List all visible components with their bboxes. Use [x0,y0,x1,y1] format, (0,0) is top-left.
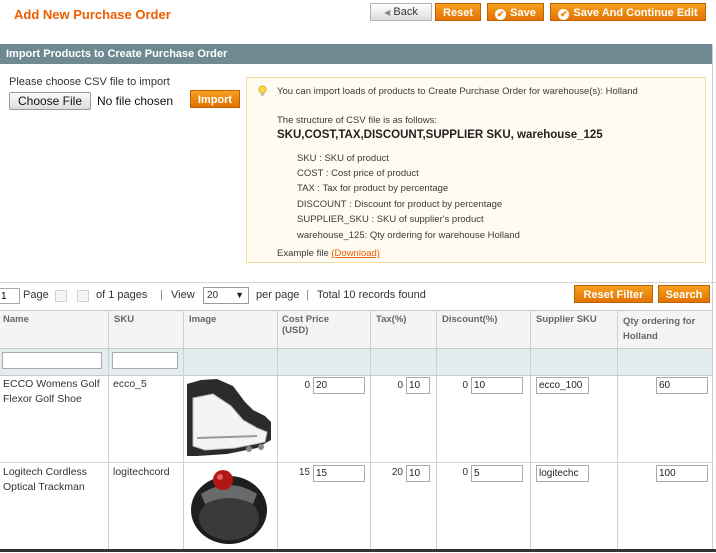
import-notice: You can import loads of products to Crea… [246,77,706,263]
back-label: Back [393,6,418,18]
lightbulb-icon [257,85,268,100]
row2-discount-input[interactable] [471,465,523,482]
chevron-down-icon: ▼ [235,290,244,300]
back-button[interactable]: ◀ Back [370,3,432,21]
check-icon: ✔ [558,9,570,20]
row1-discount-input[interactable] [471,377,523,394]
column-header-cost[interactable]: Cost Price (USD) [282,314,342,336]
col-separator [370,310,371,552]
row2-cost-input[interactable] [313,465,365,482]
sku-filter-input[interactable] [112,352,178,369]
per-page-select[interactable]: 20 ▼ [203,287,249,304]
field-desc-cost: COST : Cost price of product [297,168,419,179]
row2-product-image [187,464,271,550]
save-continue-button[interactable]: ✔ Save And Continue Edit [550,3,706,21]
check-icon: ✔ [495,9,507,20]
page-input[interactable] [0,288,20,304]
column-header-qty[interactable]: Qty ordering for Holland [623,314,709,344]
row1-supplier-sku-input[interactable] [536,377,589,394]
field-desc-sku: SKU : SKU of product [297,153,389,164]
right-border [712,44,713,552]
col-separator [183,310,184,552]
reset-button[interactable]: Reset [435,3,481,21]
row2-name: Logitech Cordless Optical Trackman [3,466,88,493]
field-desc-warehouse: warehouse_125: Qty ordering for warehous… [297,230,520,241]
row2-tax-input[interactable] [406,465,430,482]
field-desc-supplier-sku: SUPPLIER_SKU : SKU of supplier's product [297,214,484,225]
of-pages: of 1 pages [96,289,148,301]
row1-name: ECCO Womens Golf Flexor Golf Shoe [3,378,100,405]
row1-product-image [187,376,271,458]
column-header-image: Image [189,314,217,325]
column-header-discount[interactable]: Discount(%) [442,314,497,325]
row1-cost-current: 0 [304,380,310,391]
choose-file-button[interactable]: Choose File [9,92,91,110]
row1-sku: ecco_5 [113,378,147,390]
save-button[interactable]: ✔ Save [487,3,544,21]
filter-row [0,348,713,376]
col-separator [617,310,618,552]
structure-label: The structure of CSV file is as follows: [277,115,437,126]
row2-sku: logitechcord [113,466,170,478]
column-header-tax[interactable]: Tax(%) [376,314,406,325]
column-header-name[interactable]: Name [3,314,29,325]
total-records: Total 10 records found [317,289,426,301]
no-file-chosen: No file chosen [97,94,174,108]
row1-tax-input[interactable] [406,377,430,394]
notice-intro: You can import loads of products to Crea… [277,86,638,97]
row2-qty-input[interactable] [656,465,708,482]
grid-header [0,310,713,349]
pager-divider: | [160,289,163,301]
next-page-icon[interactable] [77,290,89,302]
row2-cost-current: 15 [298,467,310,478]
page-label: Page [23,289,49,301]
per-page-value: 20 [207,290,219,301]
row2-tax-current: 20 [391,467,403,478]
per-page-label: per page [256,289,300,301]
column-header-supplier-sku[interactable]: Supplier SKU [536,314,597,325]
row2-supplier-sku-input[interactable] [536,465,589,482]
import-section-header: Import Products to Create Purchase Order [0,44,713,64]
field-desc-tax: TAX : Tax for product by percentage [297,183,449,194]
structure-fields: SKU,COST,TAX,DISCOUNT,SUPPLIER SKU, ware… [277,129,603,141]
save-label: Save [510,7,536,19]
reset-filter-button[interactable]: Reset Filter [574,285,653,303]
column-header-sku[interactable]: SKU [114,314,134,325]
page-title: Add New Purchase Order [14,7,171,22]
row-divider [0,462,713,463]
row2-discount-current: 0 [462,467,468,478]
col-separator [436,310,437,552]
name-filter-input[interactable] [2,352,102,369]
row1-tax-current: 0 [397,380,403,391]
prev-page-icon[interactable] [55,290,67,302]
row1-qty-input[interactable] [656,377,708,394]
arrow-left-icon: ◀ [384,8,391,17]
save-continue-label: Save And Continue Edit [573,7,698,19]
field-desc-discount: DISCOUNT : Discount for product by perce… [297,199,503,210]
col-separator [108,310,109,552]
row1-discount-current: 0 [462,380,468,391]
example-file-label: Example file [277,248,329,259]
import-button[interactable]: Import [190,90,240,108]
pager-divider: | [306,289,309,301]
import-prompt: Please choose CSV file to import [9,76,170,88]
search-button[interactable]: Search [658,285,710,303]
download-link[interactable]: (Download) [331,248,380,259]
col-separator [277,310,278,552]
col-separator [530,310,531,552]
row1-cost-input[interactable] [313,377,365,394]
view-label: View [171,289,195,301]
